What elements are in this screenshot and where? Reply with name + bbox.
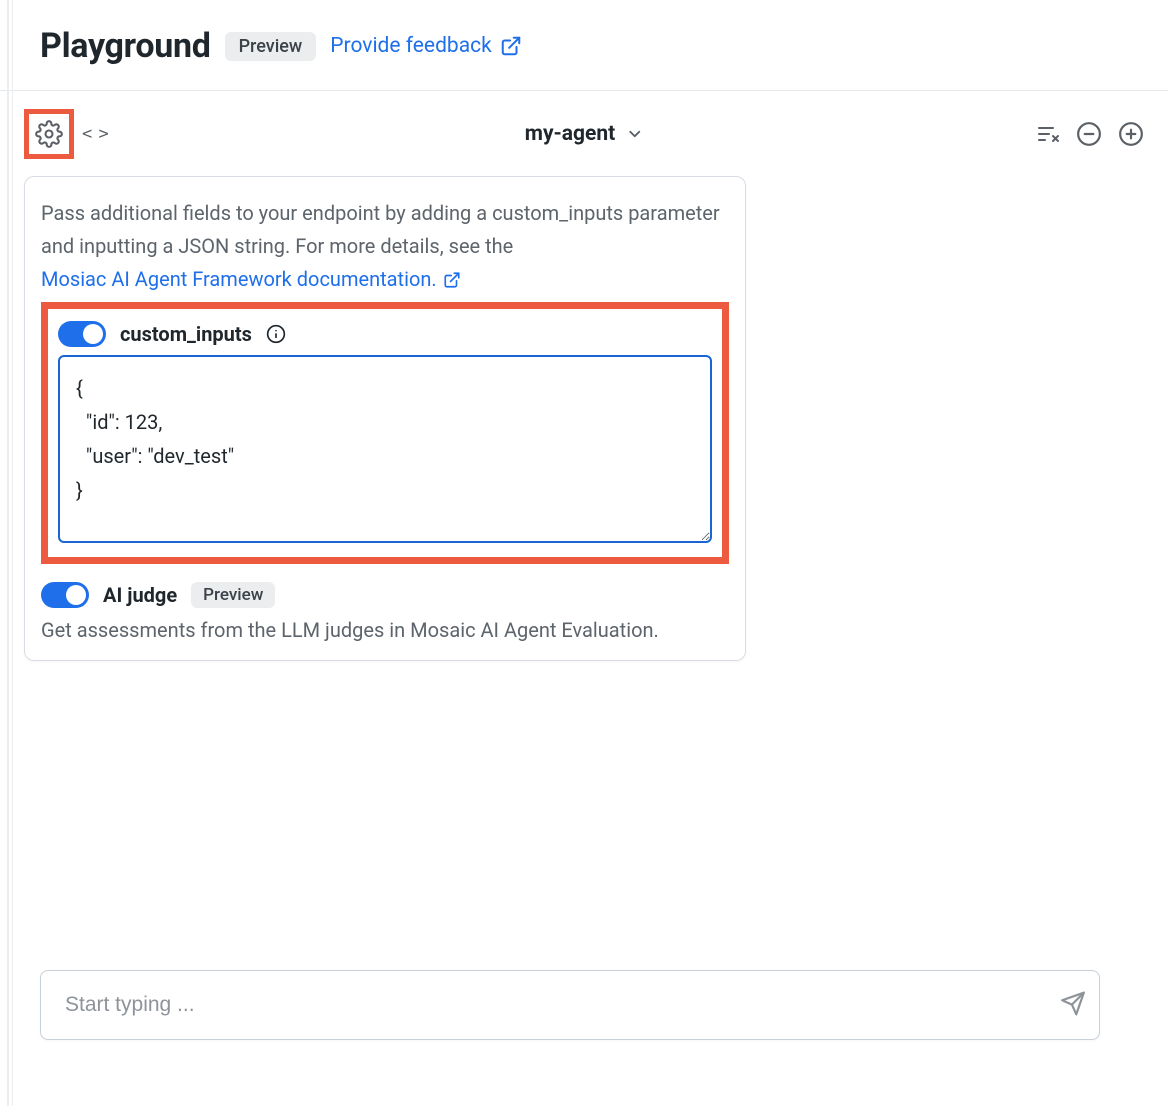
- model-selector[interactable]: my-agent: [525, 122, 644, 146]
- toolbar: < > my-agent: [0, 91, 1168, 177]
- popover-desc-text: Pass additional fields to your endpoint …: [41, 201, 720, 258]
- custom-inputs-highlight: custom_inputs: [41, 302, 729, 564]
- minus-circle-icon[interactable]: [1076, 121, 1102, 147]
- info-icon[interactable]: [266, 324, 286, 344]
- gear-icon[interactable]: [35, 120, 63, 148]
- model-name: my-agent: [525, 122, 616, 146]
- clear-filter-icon[interactable]: [1036, 122, 1060, 146]
- chat-input-container: [40, 970, 1100, 1040]
- chat-input[interactable]: [40, 970, 1100, 1040]
- page-title: Playground: [40, 26, 211, 66]
- chevron-down-icon: [625, 125, 643, 143]
- plus-circle-icon[interactable]: [1118, 121, 1144, 147]
- framework-doc-link[interactable]: Mosiac AI Agent Framework documentation.: [41, 263, 461, 296]
- send-button[interactable]: [1060, 991, 1086, 1020]
- ai-judge-desc: Get assessments from the LLM judges in M…: [41, 612, 729, 642]
- external-link-icon: [500, 35, 522, 57]
- custom-inputs-label: custom_inputs: [120, 322, 252, 346]
- framework-doc-link-text: Mosiac AI Agent Framework documentation.: [41, 263, 437, 296]
- custom-inputs-toggle[interactable]: [58, 321, 106, 347]
- code-icon[interactable]: < >: [82, 124, 107, 144]
- provide-feedback-link[interactable]: Provide feedback: [330, 34, 521, 58]
- provide-feedback-label: Provide feedback: [330, 34, 491, 58]
- settings-button-highlight: [24, 109, 74, 159]
- ai-judge-badge: Preview: [191, 582, 275, 608]
- external-link-icon: [443, 271, 461, 289]
- custom-inputs-textarea[interactable]: [58, 355, 712, 543]
- settings-popover: Pass additional fields to your endpoint …: [24, 176, 746, 661]
- ai-judge-label: AI judge: [103, 583, 177, 607]
- send-icon: [1060, 991, 1086, 1017]
- preview-badge: Preview: [225, 32, 317, 61]
- popover-description: Pass additional fields to your endpoint …: [41, 197, 729, 296]
- ai-judge-toggle[interactable]: [41, 582, 89, 608]
- page-header: Playground Preview Provide feedback: [0, 0, 1168, 91]
